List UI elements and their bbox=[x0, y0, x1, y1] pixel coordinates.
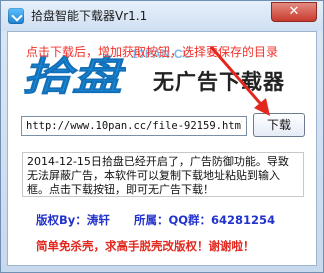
close-button[interactable]: ✕ bbox=[271, 2, 317, 22]
app-window: 拾盘智能下载器Vr1.1 ✕ 拾盘 10PAN.CC 无广告下载器 点击下载后，… bbox=[0, 0, 324, 273]
title-bar[interactable]: 拾盘智能下载器Vr1.1 ✕ bbox=[1, 1, 323, 31]
client-area: 拾盘 10PAN.CC 无广告下载器 点击下载后，增加获取按钮，选择要保存的目录… bbox=[7, 31, 317, 266]
window-title: 拾盘智能下载器Vr1.1 bbox=[31, 9, 148, 23]
credits-line: 版权By：涛轩 所属：QQ群：64281254 bbox=[8, 212, 316, 232]
app-icon bbox=[8, 8, 24, 24]
credit-owner: 所属：QQ群：64281254 bbox=[134, 213, 276, 227]
download-button[interactable]: 下载 bbox=[253, 113, 305, 137]
url-input[interactable] bbox=[21, 116, 247, 136]
logo-text: 拾盘 bbox=[22, 54, 126, 98]
banner-slogan: 无广告下载器 bbox=[153, 70, 285, 94]
footer-note: 简单免杀壳，求高手脱壳改版权！谢谢啦！ bbox=[36, 239, 255, 253]
banner: 拾盘 10PAN.CC 无广告下载器 点击下载后，增加获取按钮，选择要保存的目录 bbox=[8, 32, 316, 104]
credit-author: 版权By：涛轩 bbox=[36, 213, 110, 227]
download-hint: 点击下载后，增加获取按钮，选择要保存的目录 bbox=[26, 45, 279, 59]
close-icon: ✕ bbox=[288, 4, 300, 19]
notice-textbox: 2014-12-15日拾盘已经开启了，广告防御功能。导致无法屏蔽广告，本软件可以… bbox=[22, 152, 304, 197]
